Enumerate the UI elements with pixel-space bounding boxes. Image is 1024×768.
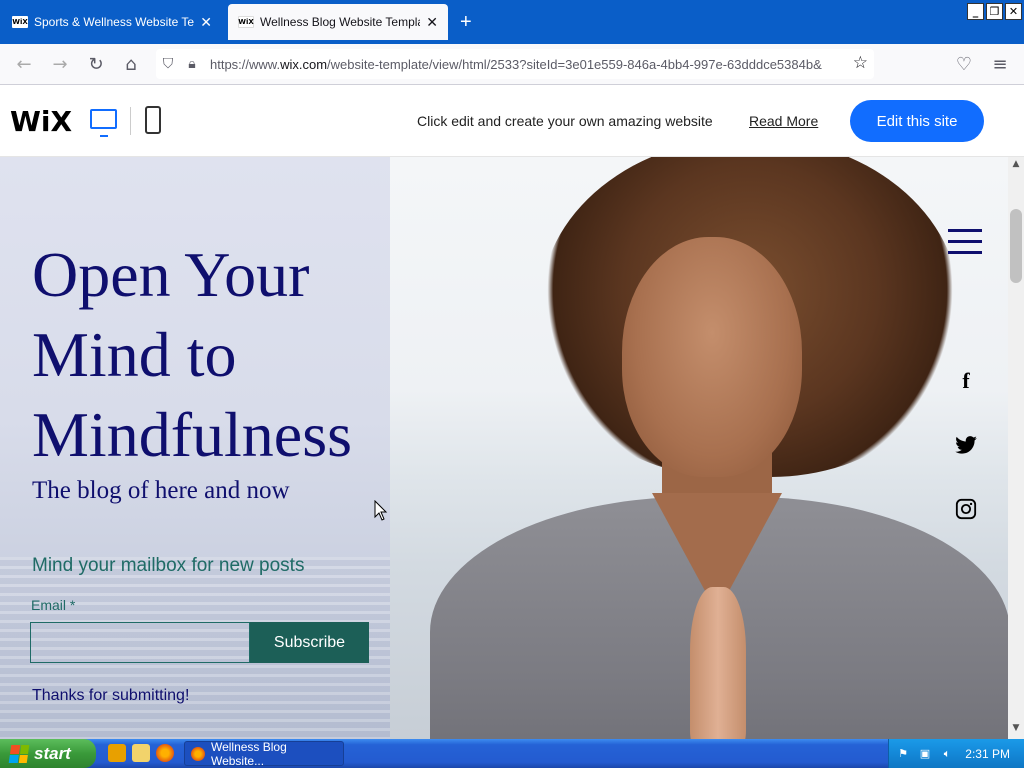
clock[interactable]: 2:31 PM [965,747,1010,761]
windows-flag-icon [8,744,30,763]
read-more-link[interactable]: Read More [749,113,818,129]
tab-close-icon[interactable]: ✕ [200,14,212,31]
email-field[interactable] [30,622,250,663]
browser-nav-bar: ← → ↻ ⌂ ⛉ 🔒︎ https://www.wix.com/website… [0,44,1024,85]
browser-tab-strip: WiX Sports & Wellness Website Templat ✕ … [0,0,1024,44]
hero-title: Open Your Mind to Mindfulness [32,235,392,475]
wix-favicon-icon: WiX [238,16,254,28]
scroll-down-icon[interactable]: ▼ [1008,723,1024,737]
site-page: Open Your Mind to Mindfulness The blog o… [0,157,1008,739]
minimize-button[interactable]: _ [967,3,984,20]
hero-title-line: Open Your [32,239,310,310]
shield-icon[interactable]: ⛉ [156,56,180,72]
edit-this-site-button[interactable]: Edit this site [850,100,984,142]
tab-title: Wellness Blog Website Template | W [260,15,420,29]
promo-text: Click edit and create your own amazing w… [417,113,713,129]
mouse-cursor-icon [374,500,388,521]
tab-sports-wellness[interactable]: WiX Sports & Wellness Website Templat ✕ [2,4,222,40]
mobile-view-icon[interactable] [145,106,161,134]
meditation-photo [390,157,1008,739]
thanks-message: Thanks for submitting! [32,687,190,704]
folder-icon[interactable] [132,744,150,762]
lock-icon[interactable]: 🔒︎ [180,56,204,72]
wix-favicon-icon: WiX [12,16,28,28]
window-controls: _ ❐ ✕ [967,3,1022,20]
close-window-button[interactable]: ✕ [1005,3,1022,20]
tab-wellness-blog[interactable]: WiX Wellness Blog Website Template | W ✕ [228,4,448,40]
media-player-icon[interactable] [108,744,126,762]
forward-arrow-icon[interactable]: → [48,52,72,76]
twitter-icon[interactable] [954,433,978,457]
firefox-icon[interactable] [156,744,174,762]
photo-hands [690,587,746,739]
system-tray: ⚑ ▣ 🔈︎ 2:31 PM [888,739,1024,768]
firefox-icon [191,746,205,761]
reload-icon[interactable]: ↻ [84,52,108,76]
restore-button[interactable]: ❐ [986,3,1003,20]
facebook-icon[interactable]: f [954,368,978,393]
url-text[interactable]: https://www.wix.com/website-template/vie… [210,57,830,72]
pocket-icon[interactable]: ♡ [952,52,976,76]
hero-left-panel: Open Your Mind to Mindfulness The blog o… [0,157,390,739]
back-arrow-icon[interactable]: ← [12,52,36,76]
security-alert-icon[interactable]: ⚑ [895,747,911,761]
network-icon[interactable]: ▣ [917,747,933,761]
hero-title-line: Mindfulness [32,399,352,470]
tab-title: Sports & Wellness Website Templat [34,15,195,29]
scrollbar-thumb[interactable] [1010,209,1022,283]
taskbar-item-browser[interactable]: Wellness Blog Website... [184,739,344,768]
url-bar[interactable]: ⛉ 🔒︎ https://www.wix.com/website-templat… [156,49,874,79]
taskbar-item-label: Wellness Blog Website... [210,739,287,768]
scroll-up-icon[interactable]: ▲ [1008,159,1024,173]
newsletter-heading: Mind your mailbox for new posts [32,555,305,576]
bookmark-star-icon[interactable]: ☆ [853,53,868,73]
email-label: Email * [31,597,76,613]
menu-icon[interactable]: ≡ [988,52,1012,76]
volume-icon[interactable]: 🔈︎ [939,747,955,761]
desktop-view-icon[interactable] [90,109,117,137]
wix-logo[interactable]: WiX [10,105,72,138]
hero-title-line: Mind to [32,319,237,390]
hamburger-menu-icon[interactable] [948,229,982,255]
instagram-icon[interactable] [954,497,978,521]
start-button[interactable]: start [0,739,96,768]
home-icon[interactable]: ⌂ [119,52,143,76]
subscribe-button[interactable]: Subscribe [250,622,369,663]
start-label: start [34,743,71,763]
hero-subtitle: The blog of here and now [32,477,290,504]
new-tab-button[interactable]: + [460,10,472,34]
photo-face [622,237,802,477]
tab-close-icon[interactable]: ✕ [426,14,438,31]
page-scrollbar[interactable]: ▲ ▼ [1008,157,1024,739]
windows-taskbar: start Wellness Blog Website... ⚑ ▣ 🔈︎ 2:… [0,739,1024,768]
view-divider [130,107,131,135]
wix-preview-header: WiX Click edit and create your own amazi… [0,85,1024,157]
